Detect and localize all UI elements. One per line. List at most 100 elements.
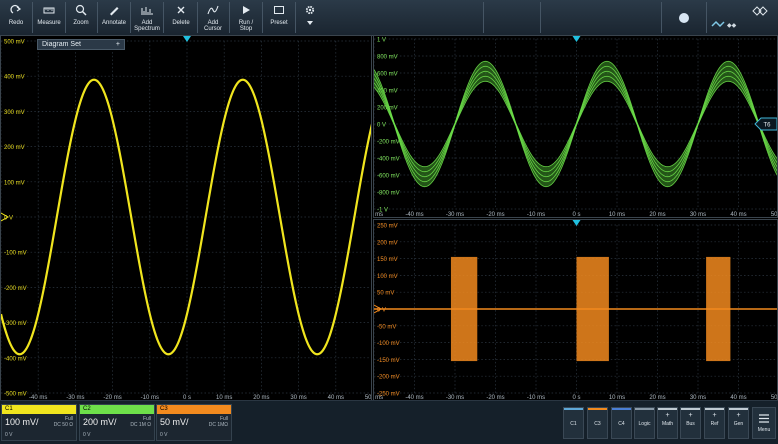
channel-3-box[interactable]: C3 50 mV/Full DC 1MΩ 0 V bbox=[156, 404, 232, 441]
channel-offset: 0 V bbox=[83, 432, 91, 438]
left-waveform-area[interactable]: 500 mV400 mV300 mV200 mV100 mV0 V-100 mV… bbox=[1, 36, 372, 401]
y-tick-label: 1 V bbox=[377, 38, 386, 44]
add-c1-button[interactable]: C1 bbox=[563, 407, 584, 439]
settings-button[interactable] bbox=[297, 0, 323, 35]
button-color-strip bbox=[564, 408, 583, 410]
x-tick-label: -50 ms bbox=[374, 212, 383, 218]
add-ref-button[interactable]: + Ref bbox=[704, 407, 725, 439]
toolbar-button-label: Annotate bbox=[101, 20, 127, 26]
y-tick-label: -200 mV bbox=[377, 375, 400, 381]
y-tick-label: 50 mV bbox=[377, 291, 394, 297]
toolbar-add-cursor-button[interactable]: Add Cursor bbox=[197, 0, 229, 35]
button-label: Logic bbox=[638, 421, 651, 427]
add-math-button[interactable]: + Math bbox=[657, 407, 678, 439]
y-tick-label: 500 mV bbox=[4, 40, 25, 46]
channel-1-box[interactable]: C1 100 mV/Full DC 50 Ω 0 V bbox=[1, 404, 77, 441]
toolbar-button-label: Preset bbox=[270, 20, 288, 26]
toolbar-zoom-button[interactable]: Zoom bbox=[65, 0, 97, 35]
chevron-down-icon bbox=[307, 21, 313, 25]
channel-3-pulse bbox=[706, 256, 731, 362]
y-tick-label: -400 mV bbox=[377, 157, 400, 163]
add-diagram-icon[interactable]: + bbox=[116, 40, 120, 50]
y-tick-label: 250 mV bbox=[377, 224, 398, 230]
toolbar-separator bbox=[295, 2, 296, 33]
preset-icon bbox=[273, 0, 285, 18]
add-c3-button[interactable]: C3 bbox=[587, 407, 608, 439]
y-tick-label: -400 mV bbox=[4, 356, 27, 362]
toolbar-button-label: Add Spectrum bbox=[134, 20, 160, 32]
x-tick-label: -20 ms bbox=[486, 212, 504, 218]
x-tick-label: 30 ms bbox=[690, 212, 706, 218]
trigger-position-marker[interactable] bbox=[572, 36, 581, 42]
toolbar-redo-button[interactable]: Redo bbox=[0, 0, 32, 35]
annotate-icon bbox=[108, 0, 120, 18]
y-tick-label: -200 mV bbox=[377, 140, 400, 146]
channel-offset: 0 V bbox=[160, 432, 168, 438]
gear-icon bbox=[305, 5, 315, 15]
menu-label: Menu bbox=[757, 427, 771, 433]
redo-icon bbox=[10, 0, 22, 18]
left-diagram-panel[interactable]: 500 mV 400 mV 300 mV 200 mV 100 mV 0 V -100 mV… bbox=[0, 35, 372, 401]
y-tick-label: 150 mV bbox=[377, 257, 398, 263]
add-c4-button[interactable]: C4 bbox=[611, 407, 632, 439]
bottom-right-waveform-area[interactable]: 250 mV200 mV150 mV100 mV50 mV0 V-50 mV-1… bbox=[374, 220, 778, 401]
button-label: Bus bbox=[686, 421, 695, 427]
bottom-right-diagram-panel[interactable]: 250 mV 200 mV 150 mV 100 mV 50 mV 0 V -50 mV -1… bbox=[373, 219, 778, 401]
toolbar-run-stop-button[interactable]: Run / Stop bbox=[230, 0, 262, 35]
y-tick-label: -100 mV bbox=[377, 341, 400, 347]
toolbar-button-label: Measure bbox=[37, 20, 61, 26]
x-tick-label: 0 s bbox=[572, 212, 580, 218]
toolbar-delete-button[interactable]: Delete bbox=[165, 0, 197, 35]
toolbar-preset-button[interactable]: Preset bbox=[263, 0, 295, 35]
top-right-waveform-area[interactable]: 1 V800 mV600 mV400 mV200 mV0 V-200 mV-40… bbox=[374, 36, 778, 218]
button-color-strip bbox=[588, 408, 607, 410]
button-color-strip bbox=[705, 408, 724, 410]
y-tick-label: -300 mV bbox=[4, 321, 27, 327]
toolbar-annotate-button[interactable]: Annotate bbox=[98, 0, 130, 35]
plus-icon: + bbox=[736, 412, 741, 419]
channel-coupling: Full DC 1MΩ bbox=[208, 416, 228, 428]
channel-name: C3 bbox=[157, 405, 231, 414]
button-color-strip bbox=[612, 408, 631, 410]
trigger-info[interactable] bbox=[373, 0, 483, 35]
horizontal-info[interactable] bbox=[484, 0, 540, 35]
x-tick-label: -30 ms bbox=[446, 212, 464, 218]
y-tick-label: -200 mV bbox=[4, 286, 27, 292]
zoom-icon bbox=[75, 0, 87, 18]
button-label: Gen bbox=[733, 421, 744, 427]
add-gen-button[interactable]: + Gen bbox=[728, 407, 749, 439]
toolbar-button-label: Zoom bbox=[73, 20, 89, 26]
toolbar-button-label: Run / Stop bbox=[238, 20, 254, 32]
y-tick-label: -500 mV bbox=[4, 392, 27, 398]
y-tick-label: 200 mV bbox=[4, 145, 25, 151]
acquisition-info[interactable] bbox=[541, 0, 661, 35]
trigger-level-marker[interactable]: T6 bbox=[754, 117, 777, 131]
trigger-position-marker[interactable] bbox=[572, 220, 581, 226]
menu-button[interactable]: Menu bbox=[752, 407, 776, 439]
y-tick-label: -150 mV bbox=[377, 358, 400, 364]
x-tick-label: -40 ms bbox=[405, 212, 423, 218]
x-tick-label: -10 ms bbox=[527, 212, 545, 218]
button-label: C3 bbox=[594, 421, 601, 427]
top-right-diagram-panel[interactable]: 1 V800 mV600 mV400 mV200 mV0 V-200 mV-40… bbox=[373, 35, 778, 218]
channel-scale: 200 mV/ bbox=[83, 417, 117, 427]
diagram-set-tab[interactable]: Diagram Set + bbox=[37, 39, 125, 50]
rohde-schwarz-logo: ◆◆ bbox=[710, 17, 750, 35]
channel-2-box[interactable]: C2 200 mV/Full DC 1M Ω 0 V bbox=[79, 404, 155, 441]
channel-name: C1 bbox=[2, 405, 76, 414]
add-logic-button[interactable]: Logic bbox=[634, 407, 655, 439]
hamburger-icon bbox=[759, 414, 769, 423]
x-tick-label: 40 ms bbox=[730, 212, 746, 218]
add-bus-button[interactable]: + Bus bbox=[680, 407, 701, 439]
diagram-set-title: Diagram Set bbox=[42, 41, 81, 48]
toolbar-measure-button[interactable]: Measure bbox=[33, 0, 65, 35]
channel-scale: 50 mV/ bbox=[160, 417, 189, 427]
spectrum-icon bbox=[141, 0, 153, 18]
y-tick-label: 100 mV bbox=[4, 180, 25, 186]
plus-icon: + bbox=[712, 412, 717, 419]
button-label: Ref bbox=[710, 421, 719, 427]
delete-icon bbox=[175, 0, 187, 18]
toolbar-add-spectrum-button[interactable]: Add Spectrum bbox=[131, 0, 163, 35]
toolbar-separator bbox=[706, 2, 707, 33]
y-tick-label: 0 V bbox=[377, 123, 386, 129]
